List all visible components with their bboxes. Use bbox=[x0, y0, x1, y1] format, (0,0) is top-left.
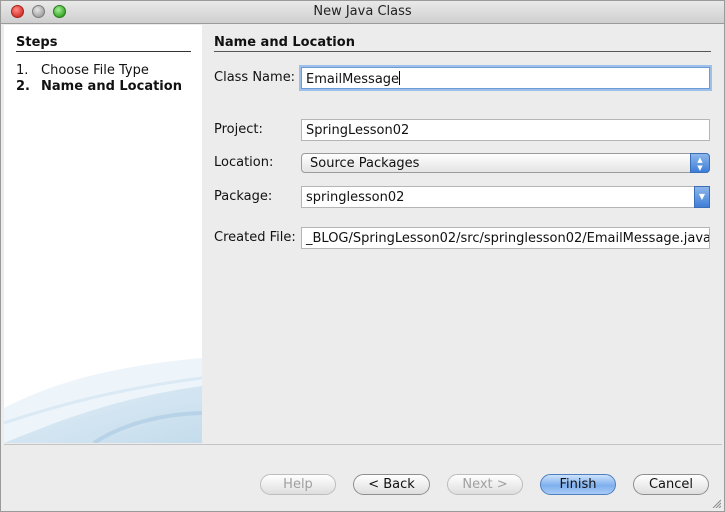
decorative-swoosh bbox=[4, 358, 202, 443]
created-file-label: Created File: bbox=[214, 230, 296, 245]
steps-divider bbox=[16, 51, 191, 52]
up-down-arrows-icon[interactable]: ▲ ▼ bbox=[690, 153, 710, 173]
footer-divider bbox=[4, 444, 722, 445]
section-divider bbox=[214, 51, 711, 52]
new-java-class-dialog: New Java Class Steps 1. Choose File Type … bbox=[0, 0, 725, 512]
created-file-field: _BLOG/SpringLesson02/src/springlesson02/… bbox=[301, 227, 710, 249]
next-button[interactable]: Next > bbox=[447, 474, 523, 495]
package-combobox[interactable]: springlesson02 ▼ bbox=[301, 186, 710, 208]
location-select[interactable]: Source Packages ▲ ▼ bbox=[301, 153, 710, 173]
chevron-down-icon[interactable]: ▼ bbox=[694, 186, 710, 208]
package-label: Package: bbox=[214, 189, 273, 204]
resize-grip-icon[interactable] bbox=[711, 498, 721, 508]
step-number: 1. bbox=[16, 63, 29, 78]
step-label: Choose File Type bbox=[41, 63, 149, 78]
back-button[interactable]: < Back bbox=[353, 474, 430, 495]
step-label: Name and Location bbox=[41, 79, 182, 94]
step-number: 2. bbox=[16, 79, 30, 94]
project-field: SpringLesson02 bbox=[301, 119, 710, 141]
section-title: Name and Location bbox=[214, 35, 355, 50]
class-name-label: Class Name: bbox=[214, 70, 296, 85]
project-label: Project: bbox=[214, 122, 263, 137]
help-button[interactable]: Help bbox=[260, 474, 336, 495]
window-title: New Java Class bbox=[313, 4, 412, 19]
steps-panel: Steps 1. Choose File Type 2. Name and Loca… bbox=[4, 25, 202, 443]
finish-button[interactable]: Finish bbox=[540, 474, 616, 495]
class-name-input[interactable]: EmailMessage bbox=[301, 67, 710, 89]
location-label: Location: bbox=[214, 155, 274, 170]
package-value: springlesson02 bbox=[306, 190, 405, 205]
steps-title: Steps bbox=[16, 35, 58, 50]
class-name-value: EmailMessage bbox=[306, 72, 400, 87]
name-and-location-panel: Name and Location Class Name: EmailMessa… bbox=[214, 25, 712, 443]
text-caret bbox=[399, 71, 401, 85]
step-choose-file-type: 1. Choose File Type bbox=[16, 63, 149, 78]
step-name-and-location: 2. Name and Location bbox=[16, 79, 182, 94]
location-value: Source Packages bbox=[310, 156, 420, 171]
title-bar[interactable]: New Java Class bbox=[1, 1, 724, 24]
cancel-button[interactable]: Cancel bbox=[633, 474, 709, 495]
